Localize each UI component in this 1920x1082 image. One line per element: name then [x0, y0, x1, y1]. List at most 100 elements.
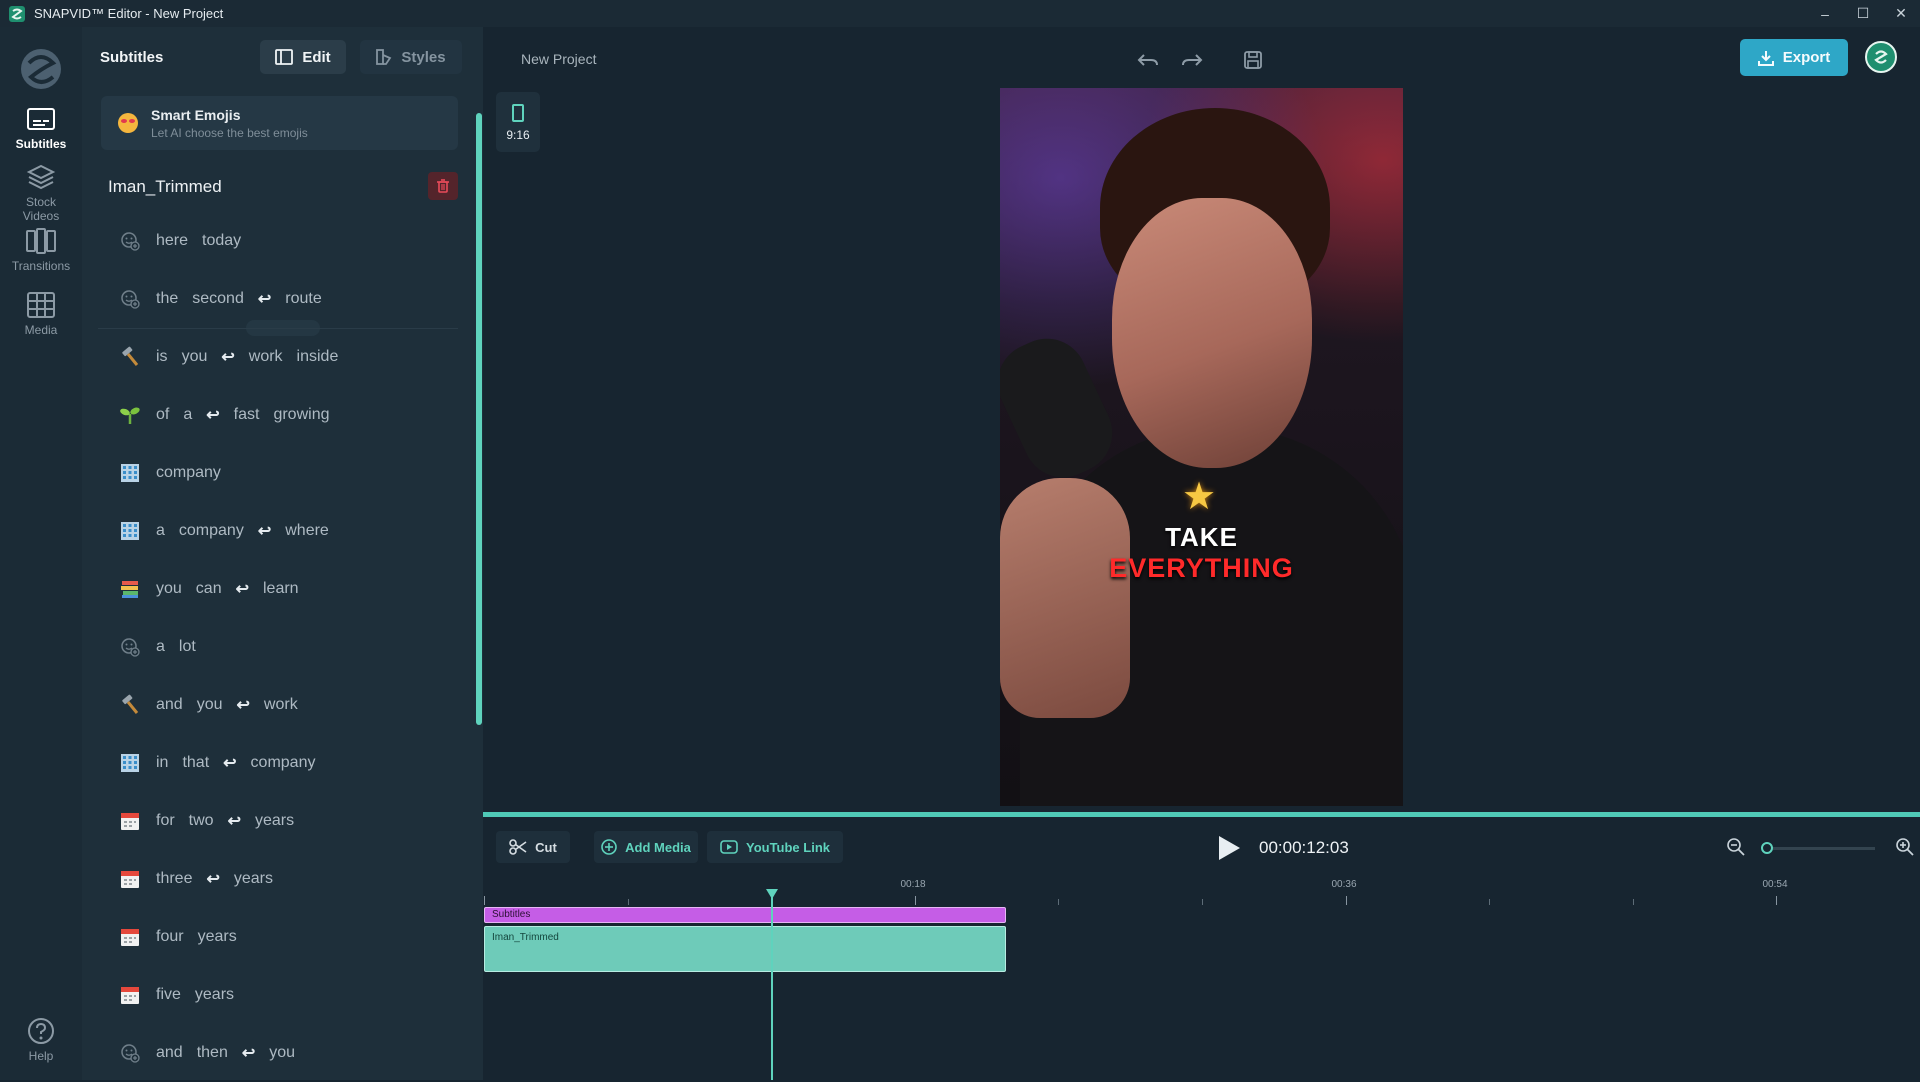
video-track-clip[interactable]: Iman_Trimmed: [484, 926, 1006, 972]
subtitle-row[interactable]: a lot: [82, 618, 472, 676]
subtitle-row[interactable]: and then ↩ you: [82, 1024, 472, 1082]
subtitle-word[interactable]: fast: [234, 406, 260, 424]
office-building-emoji-icon[interactable]: [116, 517, 144, 545]
line-break-icon[interactable]: ↩: [237, 695, 250, 715]
nav-stock-videos[interactable]: Stock Videos: [0, 163, 82, 223]
subtitle-word[interactable]: you: [269, 1044, 295, 1062]
timeline-ruler[interactable]: 00:18 00:36 00:54: [483, 879, 1920, 905]
subtitle-word[interactable]: four: [156, 928, 184, 946]
subtitle-word[interactable]: in: [156, 754, 168, 772]
calendar-emoji-icon[interactable]: [116, 923, 144, 951]
subtitle-word[interactable]: five: [156, 986, 181, 1004]
subtitle-word[interactable]: years: [198, 928, 237, 946]
line-break-icon[interactable]: ↩: [221, 347, 234, 367]
subtitle-word[interactable]: you: [197, 696, 223, 714]
office-building-emoji-icon[interactable]: [116, 749, 144, 777]
nav-subtitles[interactable]: Subtitles: [0, 107, 82, 151]
panel-scrollbar[interactable]: [476, 113, 482, 725]
calendar-emoji-icon[interactable]: [116, 981, 144, 1009]
subtitle-word[interactable]: you: [182, 348, 208, 366]
subtitle-row[interactable]: the second ↩ route: [82, 270, 472, 328]
subtitle-word[interactable]: and: [156, 696, 183, 714]
subtitle-word[interactable]: work: [264, 696, 298, 714]
subtitle-row[interactable]: for two ↩ years: [82, 792, 472, 850]
hammer-emoji-icon[interactable]: [116, 691, 144, 719]
export-button[interactable]: Export: [1740, 39, 1848, 76]
save-button[interactable]: [1236, 43, 1270, 77]
subtitle-word[interactable]: a: [156, 638, 165, 656]
books-emoji-icon[interactable]: [116, 575, 144, 603]
smart-emojis-card[interactable]: Smart Emojis Let AI choose the best emoj…: [101, 96, 458, 150]
subtitle-row[interactable]: here today: [82, 212, 472, 270]
line-break-icon[interactable]: ↩: [242, 1043, 255, 1063]
zoom-slider-handle[interactable]: [1761, 842, 1773, 854]
subtitle-word[interactable]: you: [156, 580, 182, 598]
add-media-button[interactable]: Add Media: [594, 831, 698, 863]
subtitle-word[interactable]: today: [202, 232, 241, 250]
subtitle-word[interactable]: where: [285, 522, 329, 540]
styles-tab[interactable]: Styles: [360, 40, 462, 74]
subtitle-word[interactable]: route: [285, 290, 321, 308]
hammer-emoji-icon[interactable]: [116, 343, 144, 371]
subtitle-word[interactable]: the: [156, 290, 178, 308]
user-avatar[interactable]: [1865, 41, 1897, 73]
subtitle-word[interactable]: company: [179, 522, 244, 540]
line-break-icon[interactable]: ↩: [258, 521, 271, 541]
line-break-icon[interactable]: ↩: [206, 405, 219, 425]
subtitle-word[interactable]: learn: [263, 580, 299, 598]
zoom-in-icon[interactable]: [1895, 837, 1915, 857]
calendar-emoji-icon[interactable]: [116, 807, 144, 835]
line-break-icon[interactable]: ↩: [236, 579, 249, 599]
line-break-icon[interactable]: ↩: [206, 869, 219, 889]
add-emoji-icon[interactable]: [116, 285, 144, 313]
subtitle-word[interactable]: and: [156, 1044, 183, 1062]
line-break-icon[interactable]: ↩: [228, 811, 241, 831]
subtitle-word[interactable]: years: [195, 986, 234, 1004]
maximize-icon[interactable]: ☐: [1844, 0, 1882, 27]
add-emoji-icon[interactable]: [116, 1039, 144, 1067]
subtitle-word[interactable]: two: [189, 812, 214, 830]
add-emoji-icon[interactable]: [116, 633, 144, 661]
close-icon[interactable]: ✕: [1882, 0, 1920, 27]
delete-clip-button[interactable]: [428, 172, 458, 200]
subtitle-row[interactable]: three ↩ years: [82, 850, 472, 908]
zoom-out-icon[interactable]: [1726, 837, 1746, 857]
line-break-icon[interactable]: ↩: [258, 289, 271, 309]
cut-button[interactable]: Cut: [496, 831, 570, 863]
subtitle-word[interactable]: here: [156, 232, 188, 250]
subtitle-word[interactable]: lot: [179, 638, 196, 656]
aspect-ratio-button[interactable]: 9:16: [496, 92, 540, 152]
subtitle-row[interactable]: five years: [82, 966, 472, 1024]
subtitle-word[interactable]: work: [249, 348, 283, 366]
undo-button[interactable]: [1131, 43, 1165, 77]
subtitle-word[interactable]: for: [156, 812, 175, 830]
subtitle-word[interactable]: can: [196, 580, 222, 598]
subtitle-word[interactable]: company: [156, 464, 221, 482]
minimize-icon[interactable]: –: [1806, 0, 1844, 27]
subtitle-row[interactable]: company: [82, 444, 472, 502]
video-preview[interactable]: ★ TAKE EVERYTHING: [1000, 88, 1403, 806]
zoom-slider-track[interactable]: [1765, 847, 1875, 850]
nav-media[interactable]: Media: [0, 291, 82, 337]
subtitle-word[interactable]: a: [156, 522, 165, 540]
playhead[interactable]: [771, 897, 773, 1080]
subtitle-word[interactable]: growing: [273, 406, 329, 424]
office-building-emoji-icon[interactable]: [116, 459, 144, 487]
subtitle-row[interactable]: is you ↩ work inside: [82, 328, 472, 386]
seedling-emoji-icon[interactable]: [116, 401, 144, 429]
subtitle-word[interactable]: years: [255, 812, 294, 830]
subtitle-word[interactable]: second: [192, 290, 244, 308]
edit-tab[interactable]: Edit: [260, 40, 346, 74]
subtitle-row[interactable]: of a ↩ fast growing: [82, 386, 472, 444]
play-icon[interactable]: [1216, 834, 1242, 862]
subtitle-word[interactable]: years: [234, 870, 273, 888]
subtitle-word[interactable]: of: [156, 406, 169, 424]
subtitle-row[interactable]: and you ↩ work: [82, 676, 472, 734]
subtitle-word[interactable]: inside: [297, 348, 339, 366]
nav-help[interactable]: Help: [0, 1017, 82, 1063]
timeline-resize-handle[interactable]: [483, 812, 1920, 817]
calendar-emoji-icon[interactable]: [116, 865, 144, 893]
redo-button[interactable]: [1175, 43, 1209, 77]
subtitle-row[interactable]: you can ↩ learn: [82, 560, 472, 618]
subtitle-word[interactable]: a: [183, 406, 192, 424]
